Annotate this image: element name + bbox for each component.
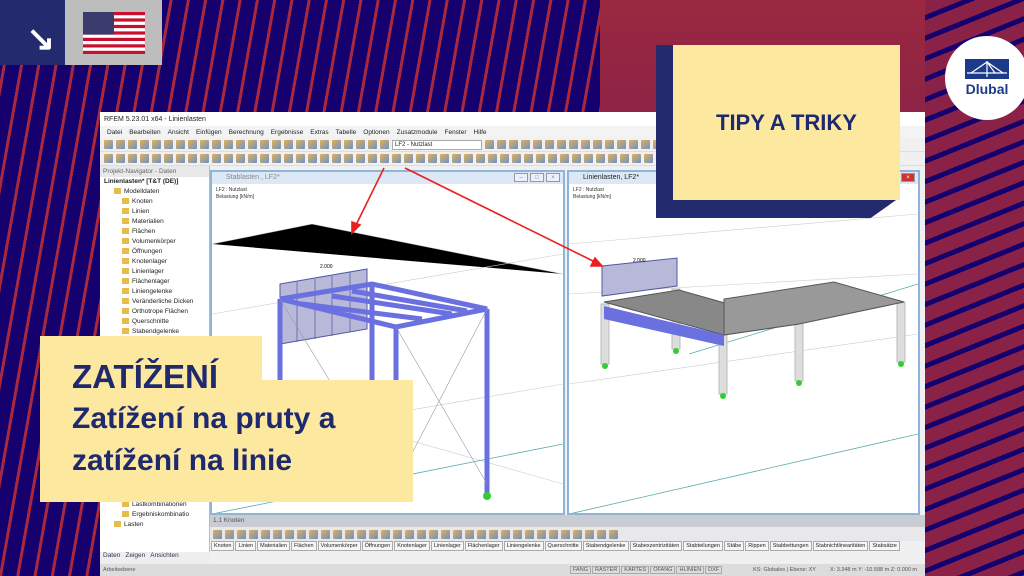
heading-text: ZATÍŽENÍ Zatížení na pruty a zatížení na… [72, 356, 335, 482]
heading: ZATÍŽENÍ [72, 358, 219, 395]
subtitle-line-2: zatížení na linie [72, 444, 293, 477]
subtitle-line-1: Zatížení na pruty a [72, 402, 336, 435]
tips-title: TIPY A TRIKY [673, 45, 900, 200]
